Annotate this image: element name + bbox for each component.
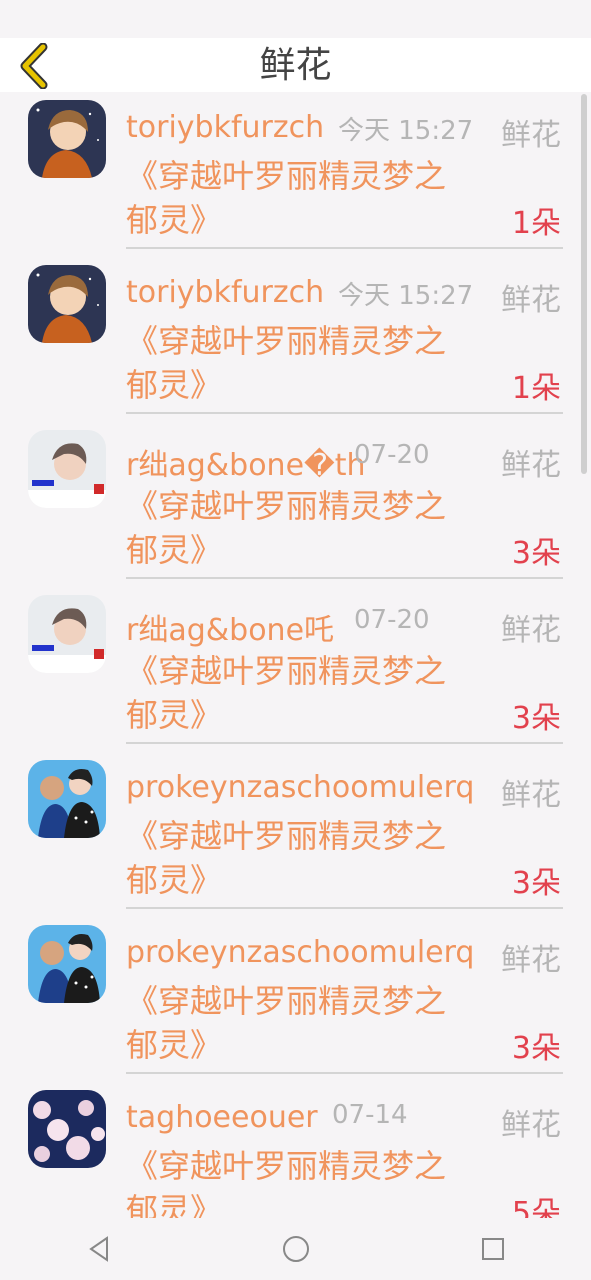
timestamp: 07-20 bbox=[354, 605, 430, 635]
user-name[interactable]: r绌ag&bone吒 bbox=[126, 605, 334, 649]
gift-type: 鲜花 bbox=[501, 448, 561, 483]
gift-list[interactable]: toriybkfurzch 今天 15:27 鲜花 《穿越叶罗丽精灵梦之郁灵》 … bbox=[0, 92, 591, 1218]
user-name[interactable]: toriybkfurzch bbox=[126, 275, 324, 310]
list-item[interactable]: prokeynzaschoomulerq 鲜花 《穿越叶罗丽精灵梦之郁灵》 3朵 bbox=[0, 917, 591, 1082]
user-name[interactable]: taghoeeouer bbox=[126, 1100, 318, 1135]
list-item[interactable]: taghoeeouer 07-14 鲜花 《穿越叶罗丽精灵梦之郁灵》 5朵 bbox=[0, 1082, 591, 1218]
user-name[interactable]: prokeynzaschoomulerq bbox=[126, 770, 474, 805]
book-title[interactable]: 《穿越叶罗丽精灵梦之郁灵》 bbox=[126, 1144, 476, 1218]
square-recent-icon bbox=[481, 1238, 504, 1260]
page-title: 鲜花 bbox=[259, 45, 332, 86]
book-title[interactable]: 《穿越叶罗丽精灵梦之郁灵》 bbox=[126, 319, 476, 407]
circle-home-icon bbox=[282, 1236, 309, 1262]
gift-type: 鲜花 bbox=[501, 1108, 561, 1143]
divider bbox=[126, 907, 563, 909]
gift-count: 3朵 bbox=[511, 536, 561, 571]
gift-count: 3朵 bbox=[511, 1031, 561, 1066]
avatar[interactable] bbox=[28, 925, 106, 1003]
gift-count: 1朵 bbox=[511, 371, 561, 406]
gift-type: 鲜花 bbox=[501, 118, 561, 153]
user-name[interactable]: r绌ag&bone�th bbox=[126, 440, 366, 484]
timestamp: 今天 15:27 bbox=[338, 281, 474, 311]
avatar[interactable] bbox=[28, 100, 106, 178]
timestamp: 07-20 bbox=[354, 440, 430, 470]
divider bbox=[126, 412, 563, 414]
book-title[interactable]: 《穿越叶罗丽精灵梦之郁灵》 bbox=[126, 814, 476, 902]
divider bbox=[126, 247, 563, 249]
avatar[interactable] bbox=[28, 595, 106, 673]
scrollbar[interactable] bbox=[581, 94, 587, 474]
gift-type: 鲜花 bbox=[501, 943, 561, 978]
book-title[interactable]: 《穿越叶罗丽精灵梦之郁灵》 bbox=[126, 154, 476, 242]
book-title[interactable]: 《穿越叶罗丽精灵梦之郁灵》 bbox=[126, 649, 476, 737]
system-nav-bar bbox=[0, 1218, 591, 1280]
list-item[interactable]: r绌ag&bone吒 07-20 鲜花 《穿越叶罗丽精灵梦之郁灵》 3朵 bbox=[0, 587, 591, 752]
gift-type: 鲜花 bbox=[501, 778, 561, 813]
gift-count: 1朵 bbox=[511, 206, 561, 241]
nav-recent-button[interactable] bbox=[433, 1224, 553, 1274]
avatar[interactable] bbox=[28, 430, 106, 508]
list-item[interactable]: toriybkfurzch 今天 15:27 鲜花 《穿越叶罗丽精灵梦之郁灵》 … bbox=[0, 92, 591, 257]
timestamp: 07-14 bbox=[332, 1100, 408, 1130]
avatar[interactable] bbox=[28, 265, 106, 343]
gift-count: 3朵 bbox=[511, 866, 561, 901]
header-bar: 鲜花 bbox=[0, 38, 591, 92]
gift-count: 5朵 bbox=[511, 1196, 561, 1218]
user-name[interactable]: prokeynzaschoomulerq bbox=[126, 935, 474, 970]
nav-back-button[interactable] bbox=[39, 1224, 159, 1274]
triangle-back-icon bbox=[88, 1236, 108, 1262]
user-name[interactable]: toriybkfurzch bbox=[126, 110, 324, 145]
list-item[interactable]: r绌ag&bone�th 07-20 鲜花 《穿越叶罗丽精灵梦之郁灵》 3朵 bbox=[0, 422, 591, 587]
book-title[interactable]: 《穿越叶罗丽精灵梦之郁灵》 bbox=[126, 484, 476, 572]
status-bar bbox=[0, 0, 591, 38]
divider bbox=[126, 577, 563, 579]
divider bbox=[126, 1072, 563, 1074]
book-title[interactable]: 《穿越叶罗丽精灵梦之郁灵》 bbox=[126, 979, 476, 1067]
timestamp: 今天 15:27 bbox=[338, 116, 474, 146]
nav-home-button[interactable] bbox=[236, 1224, 356, 1274]
avatar[interactable] bbox=[28, 1090, 106, 1168]
gift-type: 鲜花 bbox=[501, 613, 561, 648]
list-item[interactable]: toriybkfurzch 今天 15:27 鲜花 《穿越叶罗丽精灵梦之郁灵》 … bbox=[0, 257, 591, 422]
gift-type: 鲜花 bbox=[501, 283, 561, 318]
gift-count: 3朵 bbox=[511, 701, 561, 736]
avatar[interactable] bbox=[28, 760, 106, 838]
list-item[interactable]: prokeynzaschoomulerq 鲜花 《穿越叶罗丽精灵梦之郁灵》 3朵 bbox=[0, 752, 591, 917]
divider bbox=[126, 742, 563, 744]
